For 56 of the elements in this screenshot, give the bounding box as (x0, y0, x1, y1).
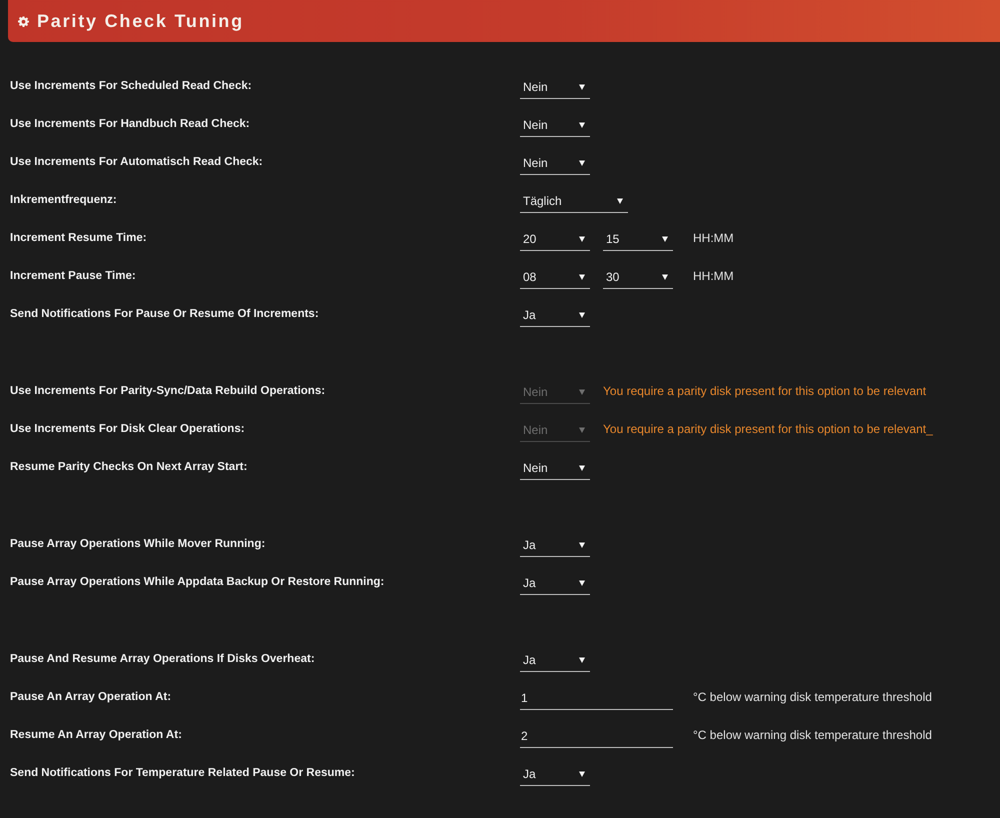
caret-icon (579, 236, 585, 242)
unit-label: HH:MM (693, 269, 734, 283)
setting-label: Use Increments For Handbuch Read Check: (10, 118, 250, 130)
caret-icon (579, 84, 585, 90)
page-title: Parity Check Tuning (37, 10, 244, 32)
caret-icon (579, 542, 585, 548)
setting-label: Inkrementfrequenz: (10, 194, 117, 206)
select-dropdown[interactable]: Nein (520, 149, 590, 175)
caret-icon (579, 312, 585, 318)
setting-label: Resume An Array Operation At: (10, 729, 182, 741)
select-dropdown[interactable]: Nein (520, 111, 590, 137)
setting-label: Resume Parity Checks On Next Array Start: (10, 461, 248, 473)
select-dropdown[interactable]: Ja (520, 531, 590, 557)
gear-icon (18, 16, 29, 26)
setting-label: Pause And Resume Array Operations If Disks Overheat: (10, 653, 315, 665)
setting-label: Increment Resume Time: (10, 232, 147, 244)
setting-label: Use Increments For Scheduled Read Check: (10, 80, 252, 92)
select-dropdown[interactable]: 08 (520, 263, 590, 289)
text-input[interactable]: 2 (520, 722, 673, 748)
caret-icon (617, 198, 623, 204)
setting-label: Use Increments For Automatisch Read Check: (10, 156, 263, 168)
select-dropdown[interactable]: Ja (520, 760, 590, 786)
caret-icon (579, 656, 585, 662)
setting-label: Increment Pause Time: (10, 270, 136, 282)
select-dropdown[interactable]: 30 (603, 263, 673, 289)
unit-label: °C below warning disk temperature threshold (693, 728, 932, 742)
caret-icon (662, 274, 668, 280)
caret-icon (579, 388, 585, 394)
select-dropdown[interactable]: 15 (603, 225, 673, 251)
text-input[interactable]: 1 (520, 684, 673, 710)
setting-label: Use Increments For Parity-Sync/Data Rebuild Operations: (10, 385, 326, 397)
select-dropdown[interactable]: Nein (520, 454, 590, 480)
select-dropdown[interactable]: Täglich (520, 187, 628, 213)
select-dropdown[interactable]: Ja (520, 569, 590, 595)
unit-label: °C below warning disk temperature threshold (693, 690, 932, 704)
caret-icon (579, 122, 585, 128)
select-dropdown[interactable]: Ja (520, 646, 590, 672)
unit-label: HH:MM (693, 231, 734, 245)
caret-icon (579, 274, 585, 280)
setting-label: Send Notifications For Temperature Related Pause Or Resume: (10, 767, 355, 779)
select-dropdown[interactable]: 20 (520, 225, 590, 251)
caret-icon (579, 464, 585, 470)
warning-text: You require a parity disk present for this option to be relevant (603, 384, 926, 398)
caret-icon (662, 236, 668, 242)
setting-label: Use Increments For Disk Clear Operations: (10, 423, 245, 435)
setting-label: Pause Array Operations While Appdata Backup Or Restore Running: (10, 576, 384, 588)
setting-label: Pause Array Operations While Mover Running: (10, 538, 266, 550)
setting-label: Pause An Array Operation At: (10, 691, 172, 703)
caret-icon (579, 580, 585, 586)
caret-icon (579, 770, 585, 776)
select-dropdown[interactable]: Nein (520, 73, 590, 99)
setting-label: Send Notifications For Pause Or Resume Of Increments: (10, 308, 319, 320)
warning-text: You require a parity disk present for this option to be relevant_ (603, 422, 933, 436)
caret-icon (579, 160, 585, 166)
caret-icon (579, 426, 585, 432)
select-dropdown[interactable]: Ja (520, 301, 590, 327)
